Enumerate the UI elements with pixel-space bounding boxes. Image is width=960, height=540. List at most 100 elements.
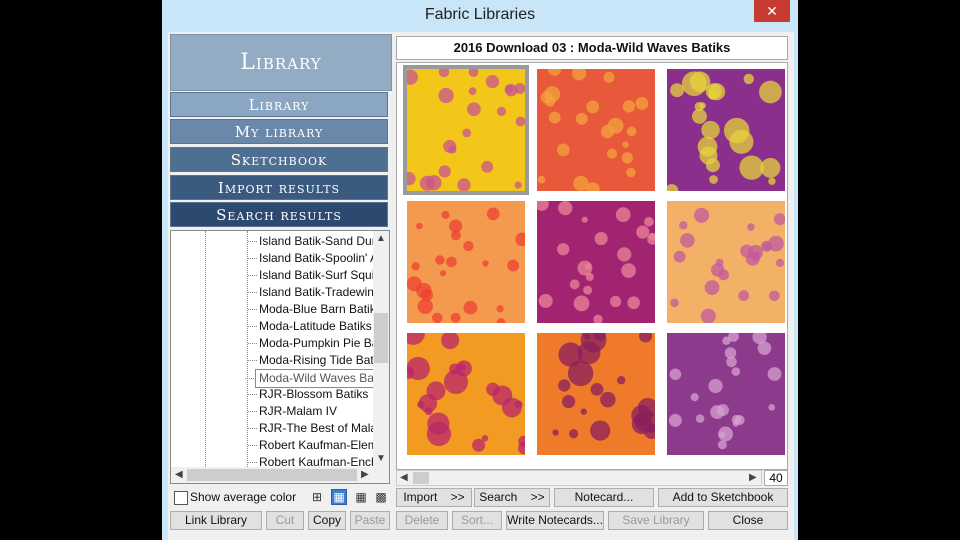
swatch-dot bbox=[768, 403, 776, 411]
nav-search-results[interactable]: Search results bbox=[170, 202, 388, 227]
swatch-dot bbox=[449, 363, 461, 375]
scroll-up-icon[interactable]: ▲ bbox=[376, 233, 386, 244]
fabric-swatch-orange-fern[interactable] bbox=[401, 322, 530, 455]
swatch-dot bbox=[571, 69, 587, 81]
tree-item[interactable]: Robert Kaufman-Elem bbox=[248, 437, 378, 454]
swatch-dot bbox=[432, 312, 443, 323]
tree-item[interactable]: RJR-Malam IV bbox=[247, 403, 337, 420]
scroll-left-icon[interactable]: ◀ bbox=[400, 472, 408, 483]
swatch-dot bbox=[558, 379, 571, 392]
tree-item[interactable]: Moda-Latitude Batiks bbox=[248, 318, 372, 335]
cut-button[interactable]: Cut bbox=[266, 511, 304, 530]
swatch-dot bbox=[544, 86, 561, 103]
save-library-button[interactable]: Save Library bbox=[608, 511, 704, 530]
tree-item[interactable]: Island Batik-Surf Squir bbox=[247, 267, 378, 284]
swatch-dot bbox=[615, 207, 631, 223]
swatch-dot bbox=[426, 174, 442, 191]
swatch-dot bbox=[590, 420, 611, 441]
tree-item[interactable]: Moda-Rising Tide Bati bbox=[247, 352, 376, 369]
fabric-scroll-thumb[interactable] bbox=[413, 472, 429, 484]
swatch-dot bbox=[552, 429, 559, 436]
tree-item[interactable]: Moda-Blue Barn Batik bbox=[248, 301, 376, 318]
scroll-right-icon[interactable]: ▶ bbox=[749, 472, 757, 483]
add-to-sketchbook-button[interactable]: Add to Sketchbook bbox=[658, 488, 788, 507]
library-tree[interactable]: Island Batik-Sand Dun Island Batik-Spooli… bbox=[170, 230, 390, 484]
swatch-dot bbox=[617, 247, 632, 262]
swatch-dot bbox=[690, 392, 699, 402]
tree-item[interactable]: Island Batik-Sand Dun bbox=[247, 233, 378, 250]
fabric-swatch-orange-red-dots[interactable] bbox=[537, 63, 655, 196]
swatch-dot bbox=[496, 106, 507, 116]
tree-horizontal-scrollbar[interactable]: ◀ ▶ bbox=[171, 467, 389, 483]
fabric-swatch-yellow-dots[interactable] bbox=[402, 65, 529, 195]
fabric-swatches[interactable] bbox=[397, 63, 787, 469]
tree-item[interactable]: Island Batik-Spoolin' A bbox=[247, 250, 378, 267]
fabric-swatch-orange-wave[interactable] bbox=[537, 327, 659, 455]
fabric-grid[interactable] bbox=[396, 62, 788, 470]
view-5x5-icon[interactable]: ▩ bbox=[374, 490, 388, 504]
close-button[interactable]: Close bbox=[708, 511, 788, 530]
view-2x2-icon[interactable]: ⊞ bbox=[310, 490, 324, 504]
close-window-button[interactable]: ✕ bbox=[754, 0, 790, 22]
search-button[interactable]: Search >> bbox=[474, 488, 550, 507]
swatch-dot bbox=[481, 160, 494, 173]
swatch-dot bbox=[621, 263, 636, 278]
tree-hscroll-thumb[interactable] bbox=[187, 469, 357, 481]
import-button[interactable]: Import >> bbox=[396, 488, 472, 507]
view-4x4-icon[interactable]: ▦ bbox=[354, 490, 368, 504]
title-bar[interactable]: Fabric Libraries ✕ bbox=[162, 0, 798, 32]
swatch-dot bbox=[515, 232, 525, 247]
swatch-dot bbox=[594, 333, 606, 341]
swatch-dot bbox=[639, 333, 653, 343]
notecard-button[interactable]: Notecard... bbox=[554, 488, 654, 507]
sort-button[interactable]: Sort... bbox=[452, 511, 502, 530]
fabric-swatch-plum-dots[interactable] bbox=[667, 330, 785, 455]
tree-item[interactable]: Moda-Pumpkin Pie Ba bbox=[247, 335, 378, 352]
paste-button[interactable]: Paste bbox=[350, 511, 390, 530]
scroll-right-icon[interactable]: ▶ bbox=[361, 469, 369, 480]
write-notecards-button[interactable]: Write Notecards... bbox=[506, 511, 604, 530]
swatch-dot bbox=[463, 300, 478, 315]
swatch-dot bbox=[743, 73, 754, 85]
scroll-down-icon[interactable]: ▼ bbox=[376, 453, 386, 464]
view-3x3-icon[interactable]: ▦ bbox=[331, 489, 347, 505]
tree-item[interactable]: Island Batik-Tradewind bbox=[248, 284, 381, 301]
nav-sketchbook[interactable]: Sketchbook bbox=[170, 147, 388, 172]
nav-my-library[interactable]: My library bbox=[170, 119, 388, 144]
swatch-dot bbox=[562, 394, 576, 409]
swatch-dot bbox=[747, 223, 755, 231]
tree-item[interactable]: RJR-The Best of Mala bbox=[247, 420, 377, 437]
swatch-dot bbox=[573, 295, 590, 312]
tree-scroll-thumb[interactable] bbox=[374, 313, 388, 363]
nav-library[interactable]: Library bbox=[170, 92, 388, 117]
swatch-dot bbox=[581, 216, 588, 223]
delete-button[interactable]: Delete bbox=[396, 511, 448, 530]
swatch-dot bbox=[443, 139, 457, 153]
tree-vertical-scrollbar[interactable]: ▲ ▼ bbox=[373, 231, 389, 469]
swatch-dot bbox=[704, 280, 720, 296]
copy-button[interactable]: Copy bbox=[308, 511, 346, 530]
show-average-color-checkbox[interactable] bbox=[174, 491, 188, 505]
tree-item[interactable]: RJR-Blossom Batiks bbox=[247, 386, 368, 403]
link-library-button[interactable]: Link Library bbox=[170, 511, 262, 530]
swatch-dot bbox=[627, 296, 640, 310]
fabric-swatch-magenta-dots[interactable] bbox=[535, 197, 658, 324]
swatch-dot bbox=[577, 260, 593, 276]
fabric-swatch-peach-dots[interactable] bbox=[667, 201, 786, 324]
swatch-dot bbox=[586, 100, 600, 114]
swatch-dot bbox=[485, 74, 500, 89]
fabric-horizontal-scrollbar[interactable]: ◀ ▶ bbox=[396, 470, 762, 486]
swatch-dot bbox=[739, 155, 764, 180]
swatch-dot bbox=[547, 69, 562, 76]
swatch-dot bbox=[416, 222, 423, 230]
fabric-swatch-purple-leaves[interactable] bbox=[665, 69, 785, 197]
swatch-dot bbox=[515, 116, 525, 127]
swatch-dot bbox=[722, 336, 731, 346]
fabric-swatch-orange-flower[interactable] bbox=[407, 201, 529, 327]
nav-import-results[interactable]: Import results bbox=[170, 175, 388, 200]
swatch-dot bbox=[669, 368, 682, 381]
swatch-dot bbox=[439, 270, 447, 277]
swatch-dot bbox=[407, 333, 425, 345]
swatch-dot bbox=[450, 230, 461, 241]
scroll-left-icon[interactable]: ◀ bbox=[175, 469, 183, 480]
